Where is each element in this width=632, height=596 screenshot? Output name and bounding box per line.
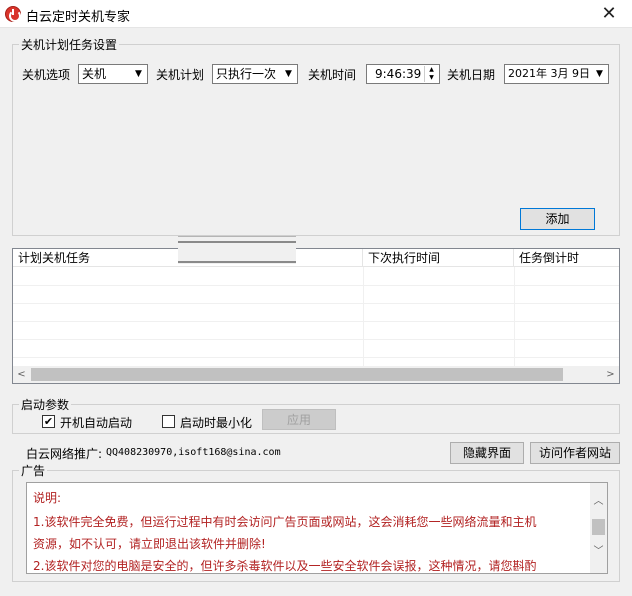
scrollbar-thumb[interactable]: [31, 368, 563, 381]
row-divider: [13, 357, 619, 358]
header-overlay: [178, 236, 296, 264]
shutdown-time-label: 关机时间: [308, 68, 357, 82]
visit-author-site-button[interactable]: 访问作者网站: [530, 442, 620, 464]
shutdown-date-picker[interactable]: 2021年 3月 9日 ▼: [504, 64, 609, 84]
scrollbar-thumb[interactable]: [592, 519, 605, 535]
row-divider: [13, 303, 619, 304]
minimize-checkbox[interactable]: [162, 415, 175, 428]
shutdown-plan-value: 只执行一次: [216, 67, 277, 81]
ad-line: 1.该软件完全免费，但运行过程中有时会访问广告页面或网站，这会消耗您一些网络流量…: [33, 515, 537, 529]
window-title: 白云定时关机专家: [26, 10, 131, 25]
column-divider: [514, 267, 515, 367]
startup-params-legend: 启动参数: [21, 398, 70, 412]
vertical-scrollbar[interactable]: ︿ ﹀: [590, 483, 607, 573]
scroll-up-icon[interactable]: ︿: [590, 493, 607, 510]
task-list[interactable]: 计划关机任务 下次执行时间 任务倒计时 < >: [12, 248, 620, 384]
title-bar: 白云定时关机专家 ✕: [0, 0, 632, 28]
ad-legend: 广告: [21, 464, 46, 478]
task-settings-legend: 关机计划任务设置: [21, 38, 118, 52]
shutdown-option-value: 关机: [82, 67, 107, 81]
promo-label: 白云网络推广:: [26, 447, 103, 461]
shutdown-option-label: 关机选项: [22, 68, 71, 82]
task-list-header: 计划关机任务 下次执行时间 任务倒计时: [13, 249, 619, 267]
column-divider: [363, 267, 364, 367]
close-button[interactable]: ✕: [586, 0, 632, 28]
dropdown-arrow-icon: ▼: [592, 66, 607, 82]
spin-down-icon[interactable]: ▼: [425, 74, 438, 82]
promo-contact: QQ408230970,isoft168@sina.com: [106, 447, 281, 458]
row-divider: [13, 285, 619, 286]
apply-button[interactable]: 应用: [262, 409, 336, 430]
row-divider: [13, 339, 619, 340]
ad-line: 说明:: [33, 491, 62, 505]
scroll-down-icon[interactable]: ﹀: [590, 543, 607, 560]
shutdown-plan-select[interactable]: 只执行一次 ▼: [212, 64, 298, 84]
ad-line: 资源，如不认可，请立即退出该软件并删除!: [33, 537, 266, 551]
spin-up-icon[interactable]: ▲: [425, 66, 438, 74]
autostart-label[interactable]: 开机自动启动: [60, 414, 132, 431]
power-icon: [5, 6, 21, 22]
dropdown-arrow-icon: ▼: [131, 66, 146, 82]
shutdown-time-value: 9:46:39: [375, 67, 422, 81]
shutdown-time-picker[interactable]: 9:46:39 ▲ ▼: [366, 64, 440, 84]
shutdown-date-label: 关机日期: [447, 68, 496, 82]
shutdown-plan-label: 关机计划: [156, 68, 205, 82]
minimize-label[interactable]: 启动时最小化: [180, 414, 252, 431]
row-divider: [13, 321, 619, 322]
add-button[interactable]: 添加: [520, 208, 595, 230]
scroll-left-icon[interactable]: <: [13, 366, 30, 383]
ad-line: 2.该软件对您的电脑是安全的，但许多杀毒软件以及一些安全软件会误报，这种情况，请…: [33, 559, 537, 573]
hide-window-button[interactable]: 隐藏界面: [450, 442, 524, 464]
shutdown-date-value: 2021年 3月 9日: [508, 67, 590, 80]
dropdown-arrow-icon: ▼: [281, 66, 296, 82]
horizontal-scrollbar[interactable]: < >: [13, 366, 619, 383]
scroll-right-icon[interactable]: >: [602, 366, 619, 383]
autostart-checkbox[interactable]: ✔: [42, 415, 55, 428]
ad-text-box[interactable]: 说明: 1.该软件完全免费，但运行过程中有时会访问广告页面或网站，这会消耗您一些…: [26, 482, 608, 574]
shutdown-option-select[interactable]: 关机 ▼: [78, 64, 148, 84]
column-header-next-run[interactable]: 下次执行时间: [363, 249, 514, 267]
column-header-countdown[interactable]: 任务倒计时: [514, 249, 619, 267]
